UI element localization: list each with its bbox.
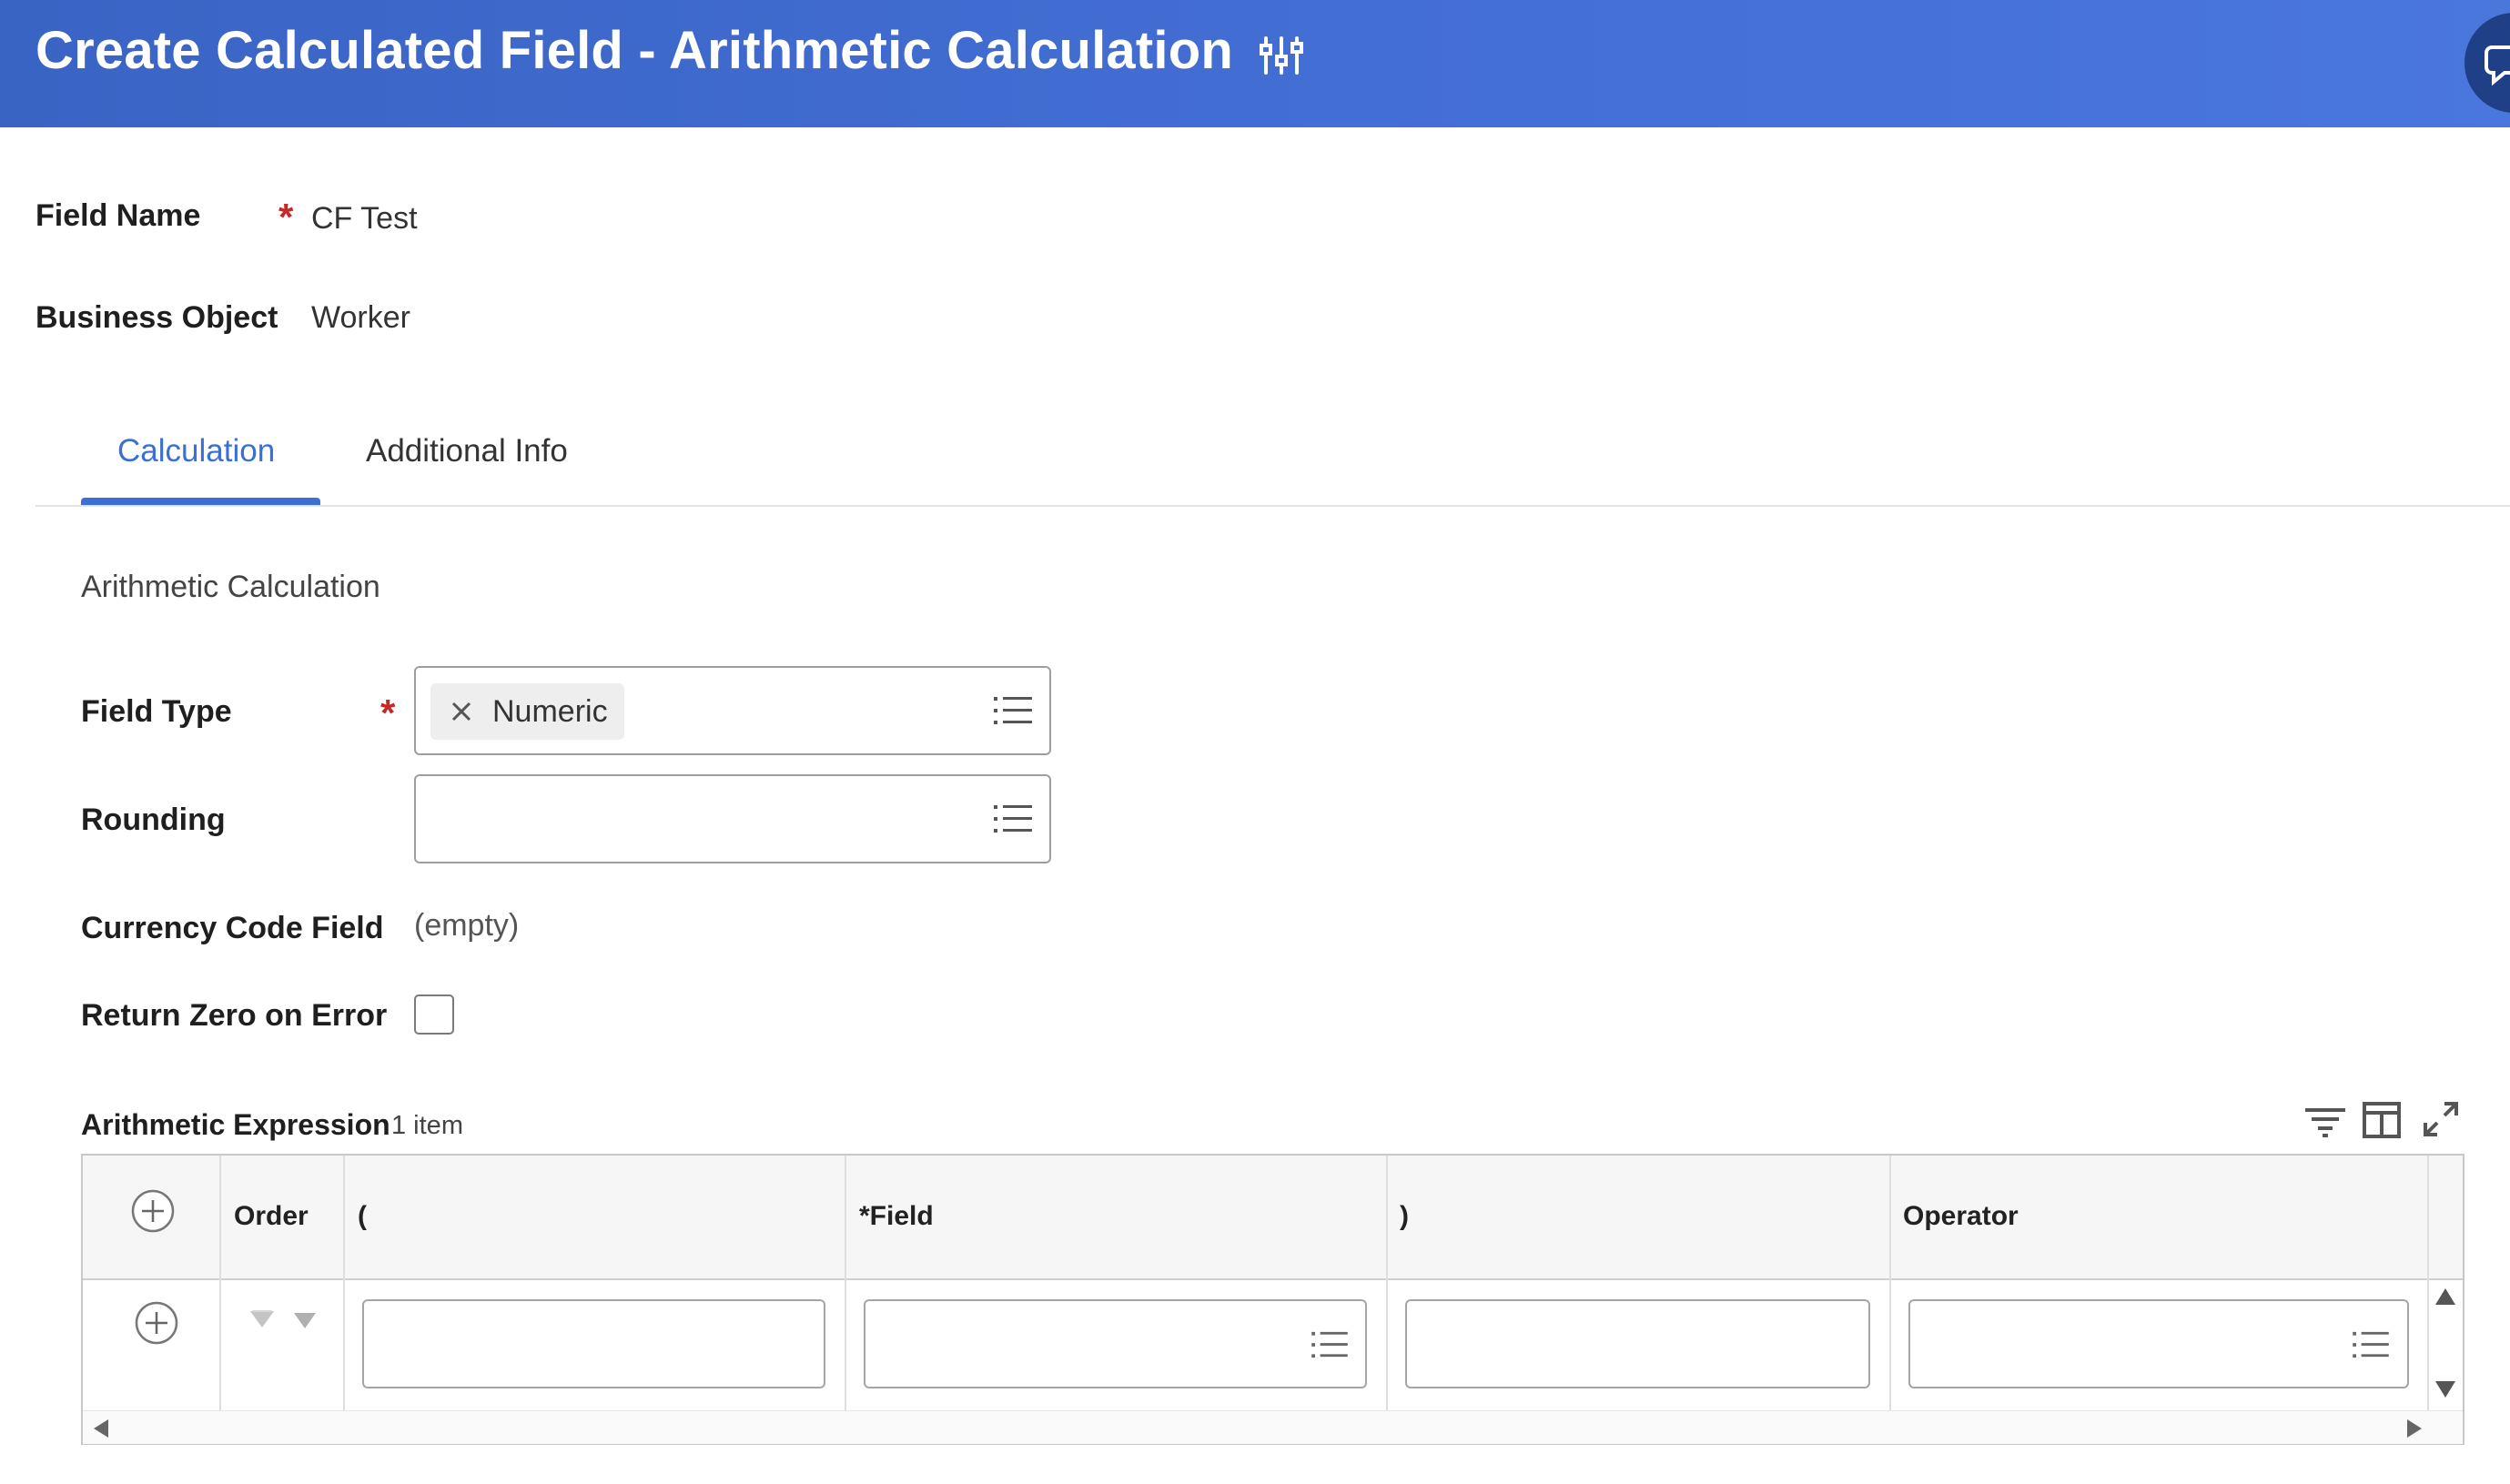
- column-divider: [2427, 1156, 2429, 1410]
- tab-divider: [35, 505, 2510, 507]
- column-header-order[interactable]: Order: [234, 1201, 309, 1232]
- column-header-operator[interactable]: Operator: [1903, 1201, 2019, 1232]
- add-row-icon[interactable]: [130, 1188, 176, 1234]
- operator-prompt-input[interactable]: [1908, 1299, 2409, 1388]
- field-type-label: Field Type: [81, 694, 232, 729]
- rounding-label: Rounding: [81, 803, 226, 837]
- tab-additional-info[interactable]: Additional Info: [366, 433, 568, 469]
- close-paren-input[interactable]: [1405, 1299, 1870, 1388]
- return-zero-checkbox[interactable]: [414, 994, 454, 1035]
- close-icon[interactable]: [449, 699, 474, 724]
- field-prompt-input[interactable]: [864, 1299, 1367, 1388]
- list-icon[interactable]: [994, 803, 1032, 834]
- section-title: Arithmetic Calculation: [81, 570, 380, 604]
- open-paren-input[interactable]: [362, 1299, 825, 1388]
- business-object-value: Worker: [311, 300, 410, 335]
- horizontal-scrollbar[interactable]: [83, 1410, 2463, 1444]
- grid-header-row: [83, 1156, 2463, 1280]
- column-header-field[interactable]: *Field: [859, 1201, 934, 1232]
- list-icon[interactable]: [2353, 1330, 2389, 1359]
- add-row-icon[interactable]: [134, 1300, 179, 1346]
- expand-icon[interactable]: [2423, 1101, 2459, 1137]
- column-header-close-paren[interactable]: ): [1400, 1201, 1409, 1232]
- table-row: [83, 1280, 2427, 1410]
- field-name-label: Field Name: [35, 198, 201, 233]
- field-type-prompt[interactable]: Numeric: [414, 666, 1051, 755]
- page-header: Create Calculated Field - Arithmetic Cal…: [0, 0, 2510, 127]
- selected-pill: Numeric: [430, 683, 624, 740]
- chevron-down-icon[interactable]: [292, 1311, 318, 1331]
- move-row-down-icon[interactable]: [248, 1309, 276, 1331]
- filter-icon[interactable]: [2304, 1103, 2346, 1139]
- active-tab-indicator: [81, 498, 320, 505]
- chat-bubble-icon[interactable]: [2464, 13, 2510, 113]
- field-type-value: Numeric: [492, 693, 608, 729]
- field-name-value: CF Test: [311, 201, 418, 236]
- business-object-label: Business Object: [35, 300, 278, 335]
- column-header-open-paren[interactable]: (: [358, 1201, 367, 1232]
- arithmetic-expression-grid: Order ( *Field ) Operator: [81, 1154, 2464, 1445]
- tab-calculation[interactable]: Calculation: [117, 433, 275, 469]
- scroll-right-icon[interactable]: [2405, 1418, 2424, 1439]
- required-marker: *: [278, 196, 294, 238]
- sliders-icon[interactable]: [1259, 33, 1304, 78]
- currency-code-label: Currency Code Field: [81, 911, 384, 945]
- scroll-left-icon[interactable]: [92, 1418, 110, 1439]
- grid-title: Arithmetic Expression: [81, 1108, 390, 1141]
- list-icon[interactable]: [1311, 1330, 1348, 1359]
- list-icon[interactable]: [994, 695, 1032, 726]
- currency-code-value: (empty): [414, 908, 520, 943]
- page-title: Create Calculated Field - Arithmetic Cal…: [35, 21, 1233, 80]
- columns-icon[interactable]: [2363, 1101, 2401, 1139]
- scroll-down-icon[interactable]: [2434, 1379, 2457, 1399]
- scroll-up-icon[interactable]: [2434, 1287, 2457, 1307]
- rounding-prompt[interactable]: [414, 774, 1051, 863]
- required-marker: *: [380, 692, 396, 734]
- grid-count: 1 item: [391, 1111, 463, 1140]
- return-zero-label: Return Zero on Error: [81, 998, 388, 1033]
